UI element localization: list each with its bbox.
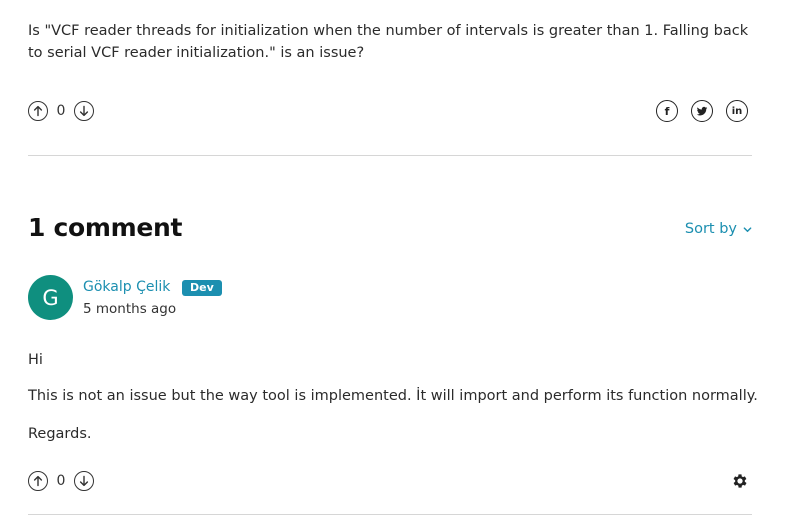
chevron-down-icon bbox=[743, 226, 752, 232]
sort-by-dropdown[interactable]: Sort by bbox=[685, 221, 752, 237]
facebook-share-button[interactable]: f bbox=[656, 100, 678, 122]
arrow-up-icon bbox=[33, 105, 43, 117]
share-buttons: f in bbox=[656, 100, 748, 122]
comment-paragraph: This is not an issue but the way tool is… bbox=[28, 388, 758, 404]
downvote-button[interactable] bbox=[74, 101, 94, 121]
question-vote-count: 0 bbox=[56, 103, 66, 119]
divider bbox=[28, 514, 752, 515]
upvote-button[interactable] bbox=[28, 101, 48, 121]
arrow-down-icon bbox=[79, 105, 89, 117]
twitter-share-button[interactable] bbox=[691, 100, 713, 122]
comment-paragraph: Regards. bbox=[28, 426, 92, 442]
linkedin-share-button[interactable]: in bbox=[726, 100, 748, 122]
comment-upvote-button[interactable] bbox=[28, 471, 48, 491]
role-badge: Dev bbox=[182, 280, 222, 296]
comment-author-link[interactable]: Gökalp Çelik bbox=[83, 279, 170, 295]
comments-heading: 1 comment bbox=[28, 213, 183, 242]
question-text: Is "VCF reader threads for initializatio… bbox=[28, 23, 749, 61]
arrow-down-icon bbox=[79, 475, 89, 487]
sort-by-label: Sort by bbox=[684, 221, 737, 237]
gear-icon[interactable] bbox=[731, 472, 749, 490]
linkedin-icon: in bbox=[731, 105, 743, 117]
facebook-icon: f bbox=[664, 104, 670, 118]
divider bbox=[28, 155, 752, 156]
comment-downvote-button[interactable] bbox=[74, 471, 94, 491]
twitter-icon bbox=[696, 106, 708, 116]
avatar[interactable]: G bbox=[28, 275, 73, 320]
comment-vote-count: 0 bbox=[56, 473, 66, 489]
comment-paragraph: Hi bbox=[28, 352, 43, 368]
comment-timestamp: 5 months ago bbox=[83, 301, 177, 317]
arrow-up-icon bbox=[33, 475, 43, 487]
question-vote-row: 0 bbox=[28, 101, 94, 121]
comment-vote-row: 0 bbox=[28, 471, 94, 491]
